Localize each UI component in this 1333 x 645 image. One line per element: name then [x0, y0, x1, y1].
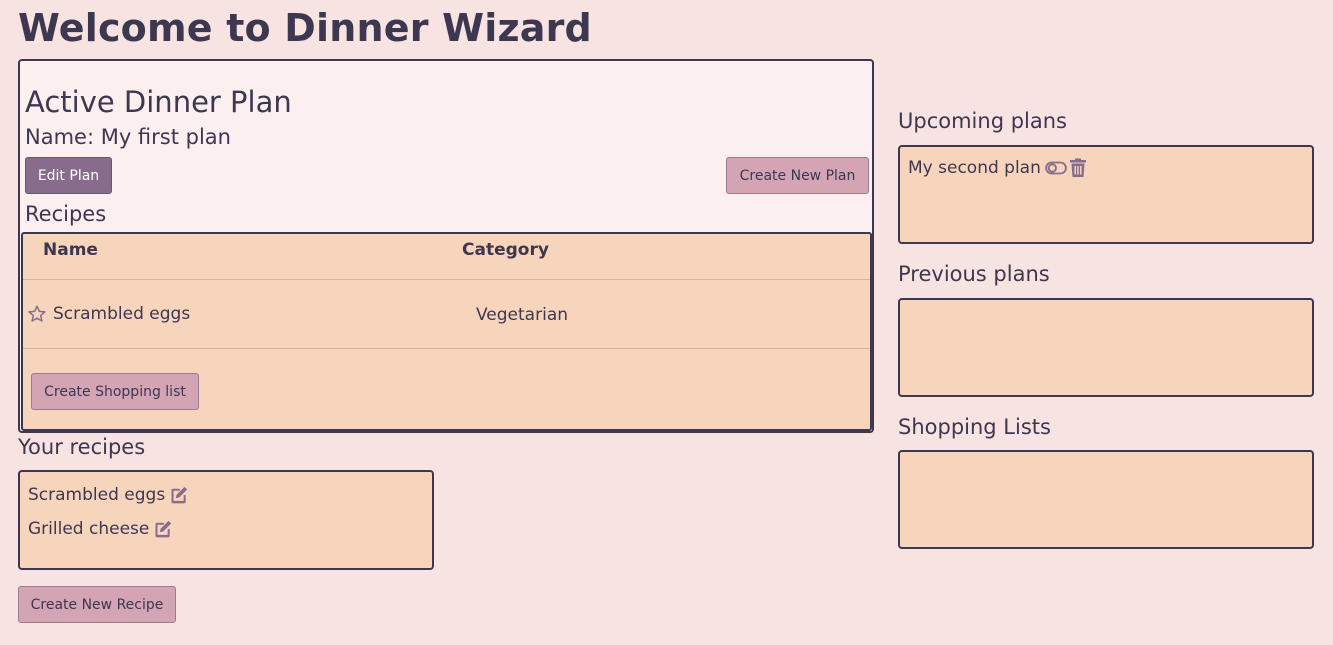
- your-recipes-list: Scrambled eggs Grilled cheese: [18, 470, 434, 570]
- row-divider: [23, 348, 870, 349]
- active-plan-panel: Active Dinner Plan Name: My first plan E…: [18, 59, 874, 433]
- shopping-lists-heading: Shopping Lists: [898, 415, 1051, 439]
- list-item: Scrambled eggs: [28, 485, 189, 505]
- recipe-name: Scrambled eggs: [28, 485, 166, 505]
- toggle-icon[interactable]: [1045, 160, 1067, 176]
- plan-name-label: Name: My first plan: [25, 125, 231, 149]
- page-title: Welcome to Dinner Wizard: [18, 6, 592, 50]
- column-header-name: Name: [43, 240, 98, 260]
- recipe-name: Grilled cheese: [28, 519, 150, 539]
- recipe-category-cell: Vegetarian: [476, 305, 569, 325]
- star-outline-icon[interactable]: [27, 304, 47, 324]
- trash-icon[interactable]: [1069, 158, 1087, 178]
- table-row: Scrambled eggs: [27, 304, 190, 324]
- create-shopping-list-button[interactable]: Create Shopping list: [31, 373, 199, 410]
- row-divider: [23, 279, 870, 280]
- your-recipes-heading: Your recipes: [18, 435, 146, 459]
- recipes-table: Name Category Scrambled eggs Vegetarian …: [21, 232, 872, 431]
- active-plan-heading: Active Dinner Plan: [25, 85, 292, 119]
- previous-plans-list: [898, 298, 1314, 397]
- previous-plans-heading: Previous plans: [898, 262, 1050, 286]
- upcoming-plans-heading: Upcoming plans: [898, 109, 1067, 133]
- recipe-name-cell: Scrambled eggs: [53, 304, 191, 324]
- plan-name: My second plan: [908, 158, 1041, 178]
- column-header-category: Category: [462, 240, 549, 260]
- list-item: Grilled cheese: [28, 519, 173, 539]
- edit-icon[interactable]: [153, 519, 173, 539]
- shopping-lists-list: [898, 450, 1314, 549]
- list-item: My second plan: [908, 158, 1087, 178]
- recipes-heading: Recipes: [25, 202, 107, 226]
- edit-plan-button[interactable]: Edit Plan: [25, 157, 112, 194]
- create-new-recipe-button[interactable]: Create New Recipe: [18, 586, 176, 623]
- edit-icon[interactable]: [169, 485, 189, 505]
- create-new-plan-button[interactable]: Create New Plan: [726, 157, 869, 194]
- upcoming-plans-list: My second plan: [898, 145, 1314, 244]
